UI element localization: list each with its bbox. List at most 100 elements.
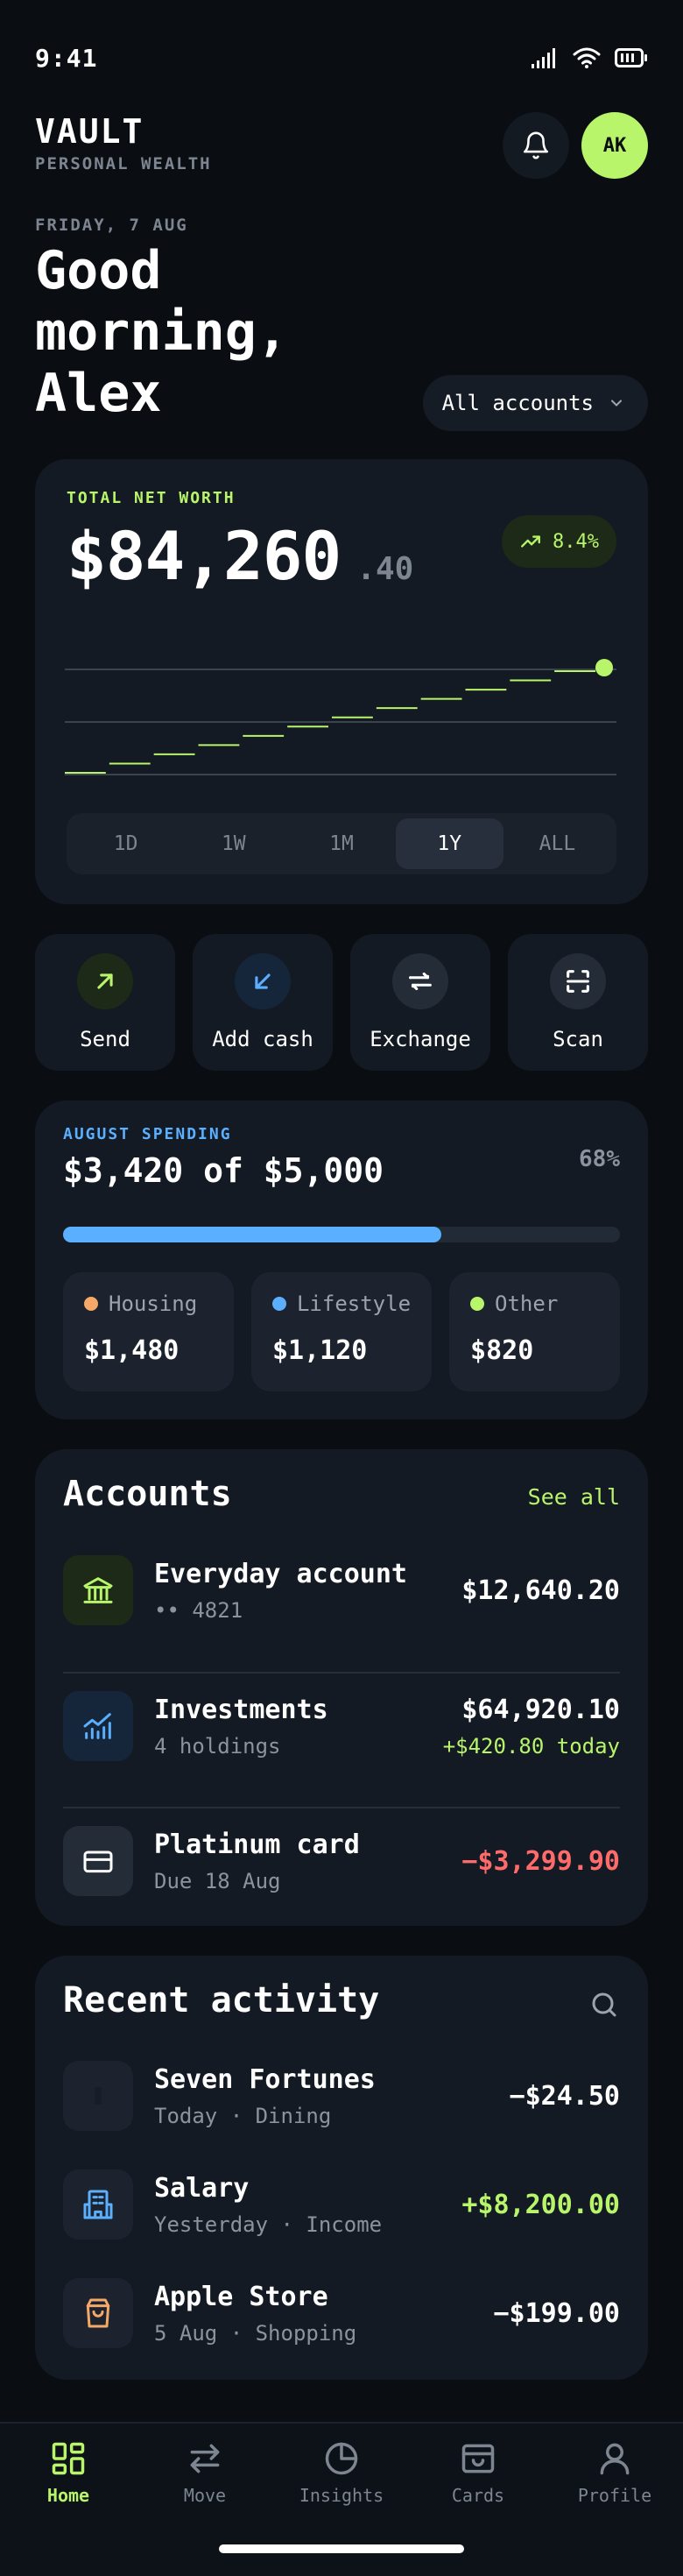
wifi-icon	[573, 47, 601, 68]
action-label: Exchange	[370, 1027, 471, 1051]
account-row[interactable]: Platinum card Due 18 Aug −$3,299.90	[63, 1807, 620, 1914]
bell-icon	[523, 131, 549, 159]
status-icons	[531, 46, 648, 69]
accounts-title: Accounts	[63, 1474, 232, 1514]
exchange-button[interactable]: Exchange	[350, 934, 490, 1071]
category-dot	[84, 1297, 98, 1311]
transaction-amount: +$8,200.00	[461, 2189, 620, 2220]
transaction-sub: Yesterday · Income	[154, 2212, 383, 2237]
net-worth-change-badge: 8.4%	[502, 515, 616, 568]
category-amount: $820	[470, 1335, 534, 1366]
chart-current-point	[595, 659, 613, 676]
spending-progress-fill	[63, 1227, 442, 1242]
transaction-name: Seven Fortunes	[154, 2063, 376, 2095]
category-amount: $1,480	[84, 1335, 180, 1366]
tab-insights[interactable]: Insights	[273, 2439, 410, 2520]
category-dot	[470, 1297, 485, 1311]
range-tab-all[interactable]: ALL	[503, 818, 611, 869]
spending-percent: 68%	[579, 1146, 620, 1172]
account-amount: $12,640.20	[461, 1575, 620, 1606]
status-bar: 9:41	[35, 42, 648, 74]
account-gain: +$420.80 today	[442, 1733, 620, 1759]
spending-summary: $3,420 of $5,000	[63, 1151, 384, 1190]
tab-move[interactable]: Move	[137, 2439, 273, 2520]
action-label: Scan	[553, 1027, 603, 1051]
home-indicator[interactable]	[219, 2544, 464, 2553]
category-amount: $1,120	[271, 1335, 368, 1366]
tab-home[interactable]: Home	[0, 2439, 137, 2520]
tab-label: Move	[183, 2485, 227, 2506]
move-arrows-icon	[190, 2444, 220, 2473]
tab-label: Insights	[299, 2485, 384, 2506]
category-dot	[271, 1297, 286, 1311]
see-all-link[interactable]: See all	[528, 1484, 620, 1510]
transaction-name: Salary	[154, 2172, 250, 2204]
account-sub: •• 4821	[154, 1597, 243, 1623]
tab-cards[interactable]: Cards	[410, 2439, 546, 2520]
arrow-up-right-icon	[77, 953, 133, 1009]
range-tab-1y[interactable]: 1Y	[395, 818, 503, 869]
trend-up-icon	[521, 535, 540, 548]
transaction-row[interactable]: Seven Fortunes Today · Dining −$24.50	[63, 2059, 620, 2133]
transaction-amount: −$199.00	[493, 2297, 621, 2329]
range-tab-1d[interactable]: 1D	[72, 818, 180, 869]
home-grid-icon	[52, 2442, 85, 2475]
activity-card: Recent activity Seven Fortunes Today · D…	[35, 1956, 648, 2380]
profile-icon	[600, 2443, 630, 2475]
category-name: Housing	[109, 1292, 198, 1316]
search-button[interactable]	[588, 1989, 620, 2024]
category-name: Other	[495, 1292, 559, 1316]
spending-progress-bar	[63, 1227, 620, 1242]
spending-category-housing[interactable]: Housing $1,480	[63, 1272, 234, 1391]
account-row[interactable]: Everyday account •• 4821 $12,640.20	[63, 1537, 620, 1644]
date-label: FRIDAY, 7 AUG	[35, 216, 188, 235]
spending-card[interactable]: AUGUST SPENDING $3,420 of $5,000 68% Hou…	[35, 1100, 648, 1419]
net-worth-cents: .40	[356, 551, 414, 587]
account-amount: $64,920.10	[461, 1694, 620, 1725]
scan-button[interactable]: Scan	[508, 934, 648, 1071]
notifications-button[interactable]	[503, 112, 569, 179]
add-cash-button[interactable]: Add cash	[193, 934, 333, 1071]
account-selector[interactable]: All accounts	[422, 375, 648, 431]
accounts-card: Accounts See all Everyday account •• 482…	[35, 1449, 648, 1926]
brand-subtitle: PERSONAL WEALTH	[35, 154, 212, 173]
scan-icon	[550, 953, 606, 1009]
spending-category-other[interactable]: Other $820	[449, 1272, 621, 1391]
transaction-name: Apple Store	[154, 2281, 328, 2312]
spending-categories: Housing $1,480 Lifestyle $1,120 Other $820	[63, 1272, 621, 1391]
tab-bar: Home Move Insights Cards Profile	[0, 2422, 683, 2576]
greeting: Good morning, Alex	[35, 240, 288, 424]
brand-name: VAULT	[35, 112, 144, 151]
category-name: Lifestyle	[296, 1292, 412, 1316]
spending-label: AUGUST SPENDING	[63, 1125, 232, 1143]
net-worth-label: TOTAL NET WORTH	[67, 489, 236, 507]
chevron-down-icon	[610, 400, 623, 407]
tab-profile[interactable]: Profile	[546, 2439, 683, 2520]
range-tab-1m[interactable]: 1M	[287, 818, 395, 869]
exchange-icon	[392, 953, 448, 1009]
account-row[interactable]: Investments 4 holdings $64,920.10 +$420.…	[63, 1672, 620, 1779]
avatar[interactable]: AK	[581, 112, 648, 179]
net-worth-value: $84,260 .40	[67, 517, 413, 595]
transaction-row[interactable]: Salary Yesterday · Income +$8,200.00	[63, 2168, 620, 2241]
cards-icon	[461, 2444, 495, 2473]
status-time: 9:41	[35, 43, 98, 73]
account-name: Everyday account	[154, 1558, 407, 1589]
send-button[interactable]: Send	[35, 934, 175, 1071]
net-worth-amount: $84,260	[67, 517, 342, 595]
action-label: Send	[80, 1027, 130, 1051]
header-actions: AK	[503, 112, 648, 179]
quick-actions: Send Add cash Exchange Scan	[35, 934, 648, 1071]
shopping-bag-icon	[63, 2278, 133, 2348]
range-tab-1w[interactable]: 1W	[180, 818, 287, 869]
spending-category-lifestyle[interactable]: Lifestyle $1,120	[250, 1272, 433, 1391]
account-selector-label: All accounts	[441, 391, 594, 415]
search-icon	[592, 1992, 616, 2017]
transaction-sub: Today · Dining	[154, 2103, 332, 2128]
card-icon	[63, 1826, 133, 1896]
transaction-row[interactable]: Apple Store 5 Aug · Shopping −$199.00	[63, 2276, 620, 2350]
dining-icon	[63, 2061, 133, 2131]
signal-icon	[532, 48, 555, 68]
building-icon	[63, 2169, 133, 2240]
action-label: Add cash	[212, 1027, 313, 1051]
